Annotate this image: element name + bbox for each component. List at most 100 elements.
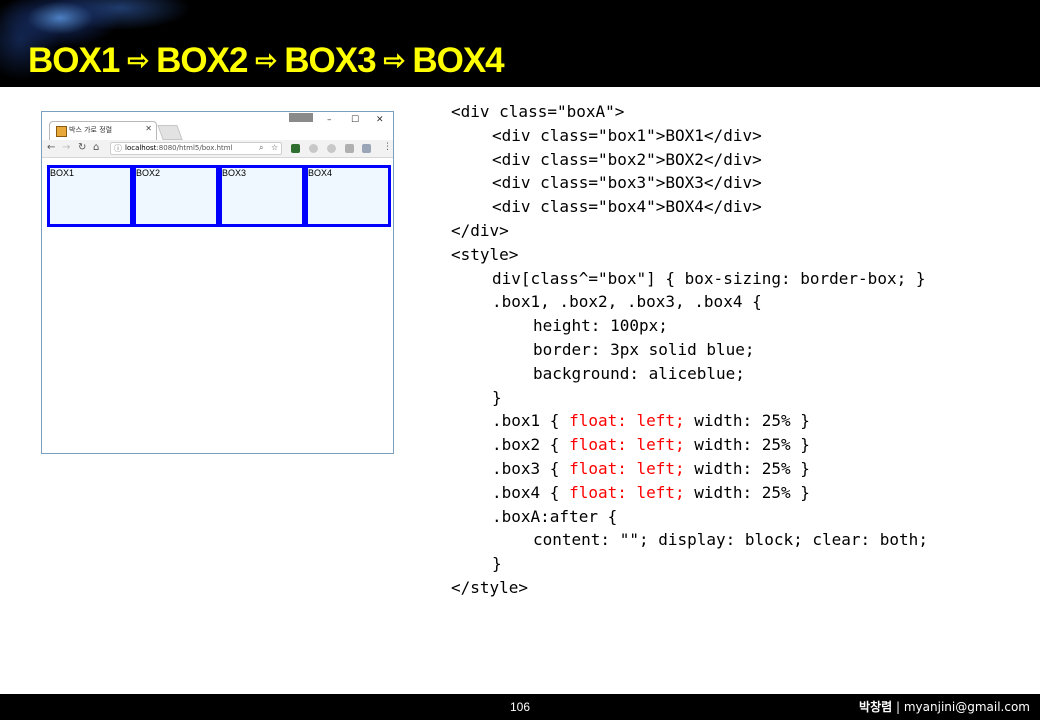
extension-icon[interactable]	[327, 144, 336, 153]
code-text: .boxA:after {	[492, 506, 618, 526]
code-listing: <div class="boxA"> <div class="box1">BOX1…	[451, 100, 1031, 600]
code-text: <div class="box1">BOX1</div>	[492, 125, 762, 145]
code-text: .box3 {	[492, 459, 570, 478]
code-highlight: float: left;	[569, 482, 685, 502]
code-text: width: 25% }	[684, 411, 810, 431]
address-url: localhost:8080/html5/box.html	[125, 144, 233, 152]
browser-viewport: BOX1 BOX2 BOX3 BOX4	[42, 158, 393, 453]
code-line: <div class="box4">BOX4</div>	[492, 195, 762, 219]
star-icon[interactable]: ☆	[271, 143, 278, 152]
demo-box-4: BOX4	[305, 165, 391, 227]
demo-box-3: BOX3	[219, 165, 305, 227]
code-text: content: ""; display: block; clear: both…	[533, 530, 928, 550]
code-text: border: 3px solid blue;	[533, 340, 755, 359]
code-highlight: float: left;	[569, 459, 685, 478]
forward-icon[interactable]: →	[62, 142, 70, 153]
code-text: .box1 {	[492, 411, 570, 431]
code-text: width: 25% }	[684, 459, 810, 478]
code-text: .box1, .box2, .box3, .box4 {	[492, 292, 762, 312]
code-highlight: float: left;	[569, 435, 685, 455]
code-text: height: 100px;	[533, 316, 668, 336]
code-line: .box1 { float: left; width: 25% }	[492, 409, 810, 433]
code-text: }	[492, 554, 502, 574]
demo-box-label: BOX4	[308, 168, 333, 178]
code-line: .boxA:after {	[492, 505, 617, 529]
arrow-icon: ⇨	[127, 45, 149, 75]
title-item-4: BOX4	[412, 41, 504, 80]
code-text: .box2 {	[492, 435, 570, 455]
code-line: .box1, .box2, .box3, .box4 {	[492, 290, 762, 314]
browser-tabstrip: 박스 가로 정렬 ✕ – ☐ ✕	[42, 112, 393, 140]
title-item-2: BOX2	[156, 41, 248, 80]
extension-icon[interactable]	[291, 144, 300, 153]
window-close-icon[interactable]: ✕	[376, 115, 384, 125]
code-line: </div>	[451, 219, 509, 243]
new-tab-button[interactable]	[157, 125, 183, 140]
code-line: <div class="boxA">	[451, 100, 624, 124]
code-line: div[class^="box"] { box-sizing: border-b…	[492, 267, 925, 291]
maximize-icon[interactable]: ☐	[351, 115, 359, 125]
title-item-3: BOX3	[284, 41, 376, 80]
extension-icon[interactable]	[345, 144, 354, 153]
code-line: .box3 { float: left; width: 25% }	[492, 457, 810, 481]
credit-separator: |	[895, 700, 901, 714]
code-text: <style>	[451, 244, 519, 264]
code-line: <div class="box2">BOX2</div>	[492, 148, 762, 172]
browser-window: 박스 가로 정렬 ✕ – ☐ ✕ ← → ↻ ⌂ ⓘ localhost:808…	[41, 111, 394, 454]
info-icon[interactable]: ⓘ	[114, 143, 122, 154]
zoom-icon[interactable]: ⌕	[259, 143, 263, 153]
code-line: height: 100px;	[533, 314, 668, 338]
demo-box-2: BOX2	[133, 165, 219, 227]
code-text: background: aliceblue;	[533, 363, 745, 383]
slide-header: BOX1 ⇨ BOX2 ⇨ BOX3 ⇨ BOX4	[0, 0, 1040, 87]
code-line: content: ""; display: block; clear: both…	[533, 528, 928, 552]
back-icon[interactable]: ←	[47, 142, 55, 153]
home-icon[interactable]: ⌂	[93, 142, 99, 153]
address-bar[interactable]: ⓘ localhost:8080/html5/box.html ⌕ ☆	[110, 142, 282, 155]
code-text: <div class="boxA">	[451, 102, 625, 121]
code-text: </style>	[451, 578, 529, 597]
demo-box-label: BOX3	[222, 168, 247, 178]
code-line: <div class="box1">BOX1</div>	[492, 124, 762, 148]
author-credit: 박창렴 | myanjini@gmail.com	[859, 694, 1030, 720]
demo-box-label: BOX2	[136, 168, 161, 178]
code-line: background: aliceblue;	[533, 362, 745, 386]
slide-footer: 106 박창렴 | myanjini@gmail.com	[0, 694, 1040, 720]
code-text: width: 25% }	[684, 482, 810, 502]
code-line: border: 3px solid blue;	[533, 338, 755, 362]
code-highlight: float: left;	[569, 411, 685, 431]
code-text: <div class="box3">BOX3</div>	[492, 173, 762, 193]
code-line: </style>	[451, 576, 528, 600]
extension-icon[interactable]	[309, 144, 318, 153]
code-text: .box4 {	[492, 482, 570, 502]
demo-box-label: BOX1	[50, 168, 75, 178]
slide-title: BOX1 ⇨ BOX2 ⇨ BOX3 ⇨ BOX4	[28, 38, 505, 82]
code-text: }	[492, 387, 502, 407]
menu-icon[interactable]: ⋮	[383, 142, 392, 152]
close-icon[interactable]: ✕	[145, 124, 152, 133]
author-email: myanjini@gmail.com	[903, 700, 1030, 714]
code-line: .box2 { float: left; width: 25% }	[492, 433, 810, 457]
title-item-1: BOX1	[28, 41, 120, 80]
arrow-icon: ⇨	[383, 45, 406, 75]
code-text: <div class="box4">BOX4</div>	[492, 197, 762, 217]
code-line: .box4 { float: left; width: 25% }	[492, 481, 810, 505]
reload-icon[interactable]: ↻	[78, 142, 86, 153]
code-line: }	[492, 386, 502, 410]
minimize-icon[interactable]: –	[327, 115, 332, 125]
code-text: width: 25% }	[684, 435, 810, 455]
tab-title: 박스 가로 정렬	[69, 126, 113, 134]
author-name: 박창렴	[859, 700, 893, 714]
extension-icon[interactable]	[362, 144, 371, 153]
browser-tab[interactable]: 박스 가로 정렬 ✕	[49, 121, 157, 140]
code-text: <div class="box2">BOX2</div>	[492, 149, 762, 169]
code-line: <style>	[451, 243, 518, 267]
browser-toolbar: ← → ↻ ⌂ ⓘ localhost:8080/html5/box.html …	[42, 140, 393, 158]
code-text: div[class^="box"] { box-sizing: border-b…	[492, 268, 926, 288]
code-text: </div>	[451, 221, 509, 240]
code-line: <div class="box3">BOX3</div>	[492, 171, 762, 195]
code-line: }	[492, 552, 502, 576]
profile-badge-icon[interactable]	[289, 113, 313, 122]
demo-box-1: BOX1	[47, 165, 133, 227]
favicon-icon	[56, 126, 67, 137]
